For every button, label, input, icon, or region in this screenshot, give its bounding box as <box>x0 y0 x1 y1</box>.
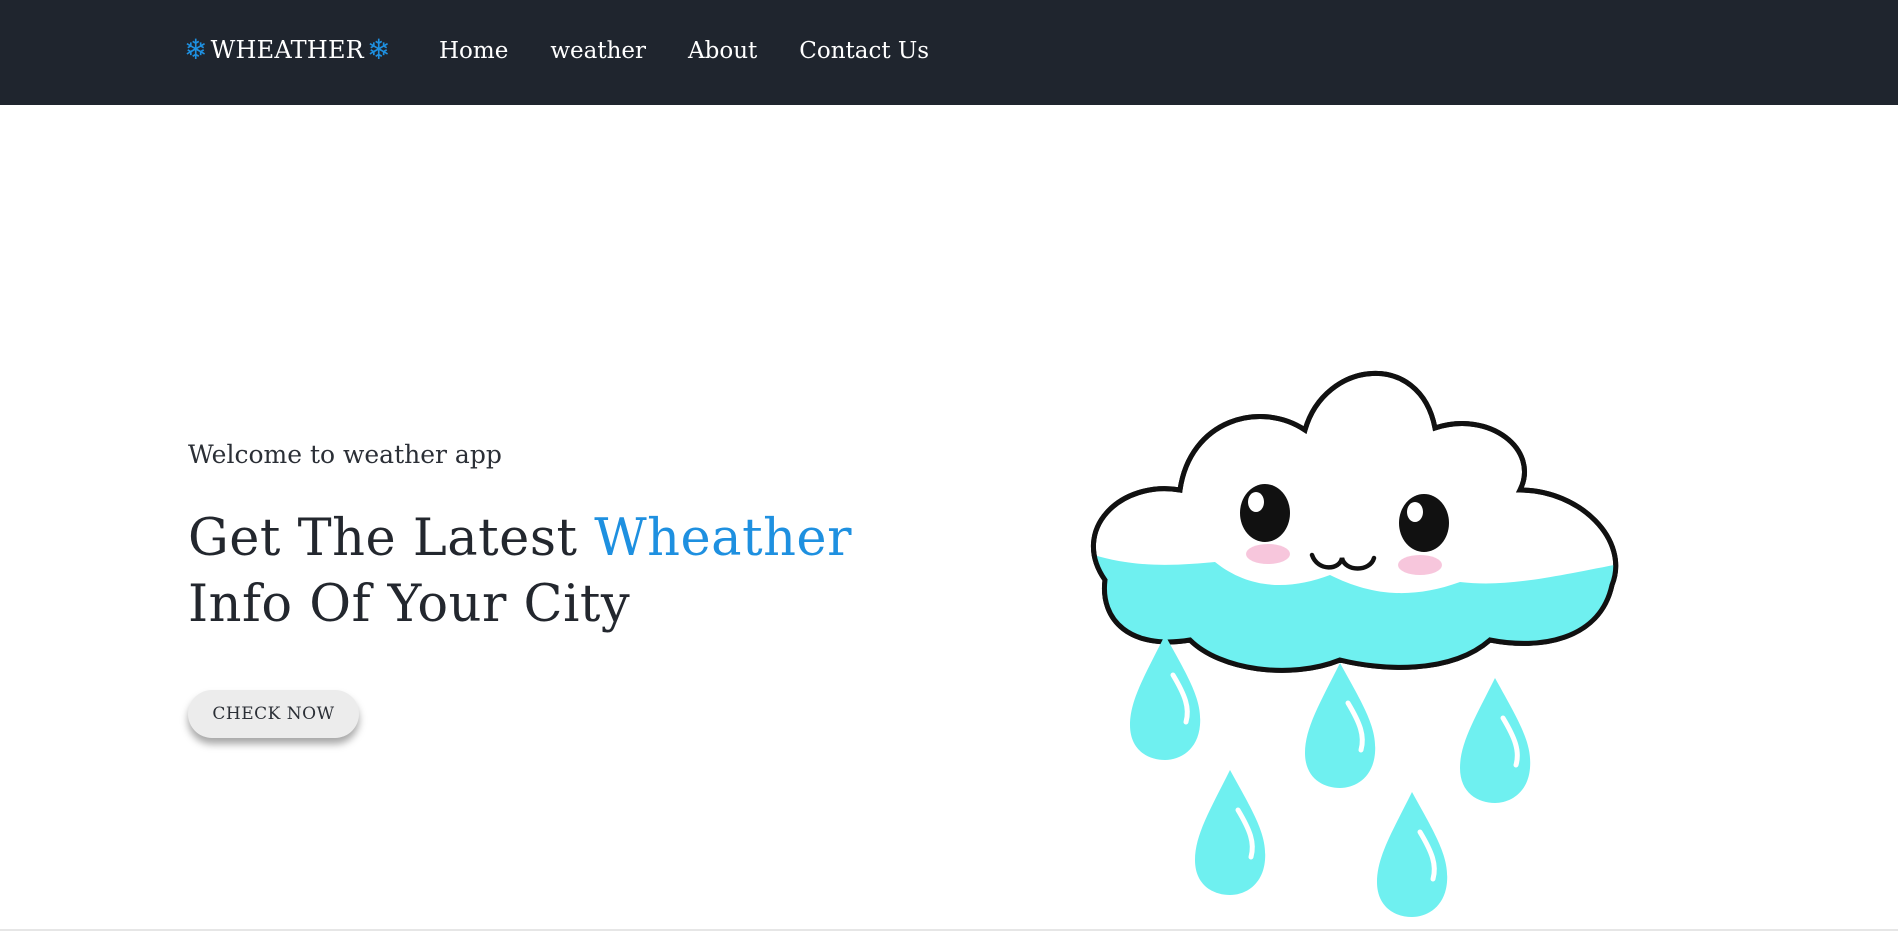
headline-part: Info Of Your City <box>188 575 631 634</box>
brand[interactable]: ❄ WHEATHER ❄ <box>184 33 391 66</box>
cloud-rain-illustration <box>1090 371 1619 917</box>
raindrop-icon <box>1195 770 1266 895</box>
nav-link-about[interactable]: About <box>688 38 757 64</box>
snowflake-icon: ❄ <box>184 33 208 66</box>
nav-link-home[interactable]: Home <box>439 38 508 64</box>
raindrop-icon <box>1460 678 1531 803</box>
raindrop-icon <box>1377 792 1448 917</box>
nav-link-weather[interactable]: weather <box>550 38 646 64</box>
brand-name: WHEATHER <box>210 36 364 64</box>
headline-accent: Wheather <box>594 509 852 568</box>
headline-part: Get The Latest <box>188 509 595 568</box>
nav-link-contact[interactable]: Contact Us <box>799 38 929 64</box>
raindrop-icon <box>1305 663 1376 788</box>
snowflake-icon: ❄ <box>366 33 391 66</box>
navbar: ❄ WHEATHER ❄ Home weather About Contact … <box>0 0 1898 105</box>
nav-links: Home weather About Contact Us <box>439 38 971 64</box>
hero-headline: Get The Latest Wheather Info Of Your Cit… <box>188 506 968 638</box>
raindrop-icon <box>1130 635 1201 760</box>
check-now-button[interactable]: CHECK NOW <box>188 690 359 738</box>
welcome-text: Welcome to weather app <box>188 440 502 469</box>
